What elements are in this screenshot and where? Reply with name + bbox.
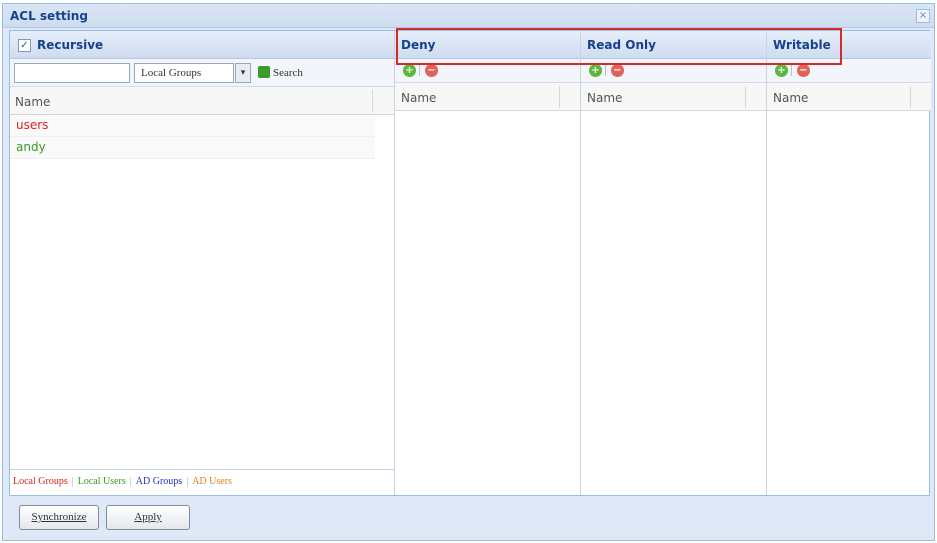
add-icon[interactable]: + bbox=[775, 64, 788, 77]
toolbar-divider bbox=[419, 65, 420, 76]
read-only-header: Read Only bbox=[581, 31, 766, 59]
recursive-label: Recursive bbox=[37, 38, 104, 52]
column-divider[interactable] bbox=[745, 86, 746, 108]
toolbar-divider bbox=[605, 65, 606, 76]
synchronize-button[interactable]: Synchronize bbox=[19, 505, 99, 530]
search-row: Local Groups ▾ Search bbox=[10, 59, 394, 87]
list-item-label: andy bbox=[16, 140, 46, 154]
column-name-header[interactable]: Name bbox=[773, 91, 808, 105]
deny-title: Deny bbox=[401, 38, 436, 52]
legend-divider: | bbox=[129, 476, 132, 487]
recursive-header: ✓ Recursive bbox=[10, 31, 394, 59]
legend-bar: Local Groups | Local Users | AD Groups | AD Us… bbox=[10, 469, 394, 495]
column-divider[interactable] bbox=[559, 86, 560, 108]
search-button[interactable]: Search bbox=[258, 66, 303, 79]
writable-panel: Writable + − Name bbox=[767, 31, 931, 495]
list-item-label: users bbox=[16, 118, 49, 132]
deny-header: Deny bbox=[395, 31, 580, 59]
apply-button[interactable]: Apply bbox=[106, 505, 190, 530]
writable-header: Writable bbox=[767, 31, 931, 59]
recursive-checkbox[interactable]: ✓ bbox=[18, 39, 31, 52]
deny-toolbar: + − bbox=[395, 59, 580, 83]
legend-ad-users: AD Users bbox=[192, 476, 232, 487]
read-only-title: Read Only bbox=[587, 38, 656, 52]
toolbar-divider bbox=[791, 65, 792, 76]
legend: Local Groups | Local Users | AD Groups | AD Us… bbox=[13, 476, 232, 487]
close-icon[interactable]: × bbox=[916, 9, 930, 23]
legend-ad-groups: AD Groups bbox=[135, 476, 183, 487]
column-divider[interactable] bbox=[910, 86, 911, 108]
legend-divider: | bbox=[186, 476, 189, 487]
remove-icon[interactable]: − bbox=[425, 64, 438, 77]
dialog-footer: Synchronize Apply bbox=[3, 496, 934, 540]
add-icon[interactable]: + bbox=[403, 64, 416, 77]
legend-divider: | bbox=[71, 476, 74, 487]
list-item[interactable]: andy bbox=[10, 137, 375, 159]
writable-toolbar: + − bbox=[767, 59, 931, 83]
writable-column-header: Name bbox=[767, 83, 931, 111]
user-group-panel: ✓ Recursive Local Groups ▾ Search Name u… bbox=[10, 31, 395, 495]
read-only-panel: Read Only + − Name bbox=[581, 31, 767, 495]
search-button-label: Search bbox=[273, 67, 303, 79]
column-name-header[interactable]: Name bbox=[587, 91, 622, 105]
remove-icon[interactable]: − bbox=[611, 64, 624, 77]
add-icon[interactable]: + bbox=[589, 64, 602, 77]
group-type-select[interactable]: Local Groups bbox=[134, 63, 234, 83]
chevron-down-icon[interactable]: ▾ bbox=[235, 63, 251, 83]
writable-title: Writable bbox=[773, 38, 831, 52]
search-input[interactable] bbox=[14, 63, 130, 83]
deny-panel: Deny + − Name bbox=[395, 31, 581, 495]
title-bar: ACL setting × bbox=[3, 4, 934, 28]
legend-local-groups: Local Groups bbox=[13, 476, 68, 487]
legend-local-users: Local Users bbox=[77, 476, 126, 487]
search-icon bbox=[258, 66, 270, 78]
user-group-list: users andy bbox=[10, 115, 375, 159]
list-item[interactable]: users bbox=[10, 115, 375, 137]
read-only-toolbar: + − bbox=[581, 59, 766, 83]
read-only-column-header: Name bbox=[581, 83, 766, 111]
column-divider[interactable] bbox=[372, 90, 373, 112]
acl-body: ✓ Recursive Local Groups ▾ Search Name u… bbox=[9, 30, 931, 496]
remove-icon[interactable]: − bbox=[797, 64, 810, 77]
column-name-header[interactable]: Name bbox=[401, 91, 436, 105]
column-name-header[interactable]: Name bbox=[15, 95, 50, 109]
acl-setting-window: ACL setting × ✓ Recursive Local Groups ▾… bbox=[2, 3, 935, 541]
window-title: ACL setting bbox=[10, 9, 88, 23]
deny-column-header: Name bbox=[395, 83, 580, 111]
user-list-header: Name bbox=[10, 87, 394, 115]
